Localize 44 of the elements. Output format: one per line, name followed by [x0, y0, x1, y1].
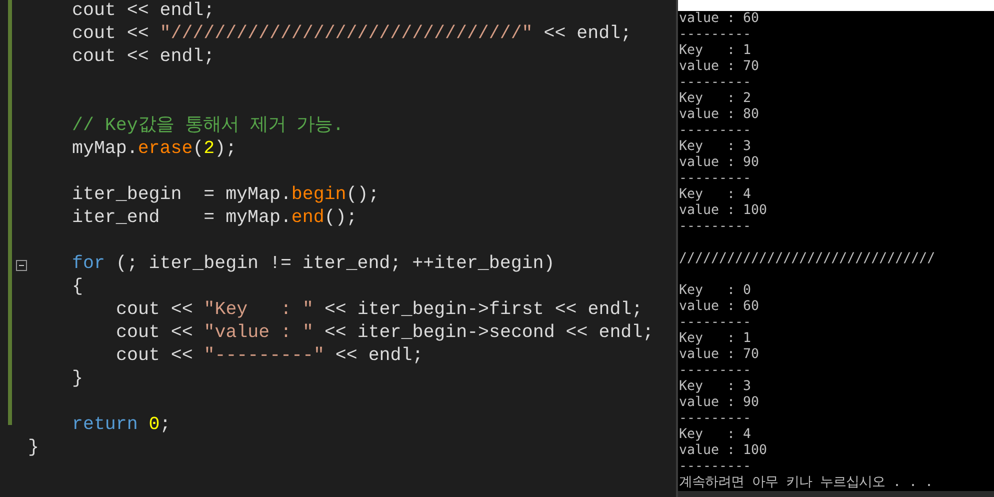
code-line: cout << endl; — [72, 46, 215, 69]
code-line: myMap.erase(2); — [72, 138, 237, 161]
console-line: --------- — [679, 363, 752, 379]
code-line: for (; iter_begin != iter_end; ++iter_begin) — [72, 253, 555, 276]
console-line: Key : 3 — [679, 139, 752, 155]
console-line: value : 70 — [679, 59, 760, 75]
console-line: Key : 0 — [679, 283, 752, 299]
console-line: value : 60 — [679, 11, 760, 27]
code-line: return 0; — [72, 414, 171, 437]
console-line: //////////////////////////////// — [679, 251, 936, 267]
code-line: cout << "value : " << iter_begin->second << endl; — [116, 322, 654, 345]
console-line: value : 100 — [679, 443, 768, 459]
console-line: Key : 4 — [679, 427, 752, 443]
code-line: } — [72, 368, 83, 391]
console-line: Key : 1 — [679, 43, 752, 59]
console-line: value : 90 — [679, 395, 760, 411]
console-line: --------- — [679, 459, 752, 475]
code-line: // Key값을 통해서 제거 가능. — [72, 115, 344, 138]
console-line: --------- — [679, 219, 752, 235]
console-line: value : 80 — [679, 107, 760, 123]
console-line: --------- — [679, 171, 752, 187]
code-line: cout << endl; — [72, 0, 215, 23]
console-line: Key : 2 — [679, 91, 752, 107]
console-line: Key : 4 — [679, 187, 752, 203]
console-line: Key : 1 — [679, 331, 752, 347]
code-line: cout << "Key : " << iter_begin->first << endl; — [116, 299, 643, 322]
code-line: iter_end = myMap.end(); — [72, 207, 358, 230]
console-line: --------- — [679, 411, 752, 427]
code-line: { — [72, 276, 83, 299]
console-line: --------- — [679, 123, 752, 139]
code-line: } — [28, 437, 39, 460]
code-line: iter_begin = myMap.begin(); — [72, 184, 380, 207]
console-line: --------- — [679, 27, 752, 43]
collapse-icon[interactable] — [16, 260, 27, 271]
console-line: value : 90 — [679, 155, 760, 171]
console-line: --------- — [679, 315, 752, 331]
console-line: value : 70 — [679, 347, 760, 363]
console-line: 계속하려면 아무 키나 누르십시오 . . . — [679, 475, 934, 491]
console-line: --------- — [679, 75, 752, 91]
code-line: cout << "////////////////////////////////" << endl; — [72, 23, 632, 46]
console-line: Key : 3 — [679, 379, 752, 395]
console-line: value : 100 — [679, 203, 768, 219]
console-line: value : 60 — [679, 299, 760, 315]
code-line: cout << "---------" << endl; — [116, 345, 424, 368]
